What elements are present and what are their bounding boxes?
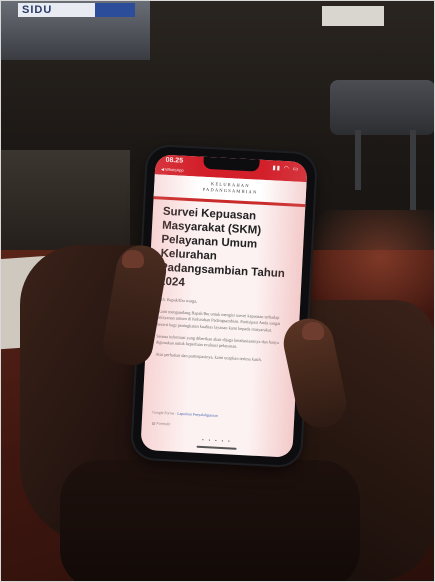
- signal-battery-icon: ▮▮ ◠ ▭: [272, 165, 300, 173]
- chair-leg: [355, 130, 361, 190]
- form-meta: ▤ Formulir: [151, 421, 171, 427]
- report-abuse-link[interactable]: Laporkan Penyalahgunaan: [177, 412, 218, 418]
- page-indicator: • • • • •: [202, 437, 232, 444]
- form-paragraph: Yth. Bapak/Ibu warga,: [158, 296, 198, 304]
- phone-screen: 08.25 ◀ WhatsApp ▮▮ ◠ ▭ KELURAHAN PADANG…: [140, 154, 308, 458]
- back-to-whatsapp-link[interactable]: ◀ WhatsApp: [161, 167, 184, 173]
- form-footer: Google Forms · Laporkan Penyalahgunaan: [152, 410, 218, 418]
- footer-prefix: Google Forms: [152, 410, 175, 416]
- site-brand: KELURAHAN PADANGSAMBIAN: [154, 178, 306, 198]
- form-title: Survei Kepuasan Masyarakat (SKM) Pelayan…: [158, 205, 286, 289]
- status-time: 08.25: [165, 156, 184, 165]
- photo-scene: SIDU 08.25 ◀ WhatsApp ▮▮ ◠ ▭ KELURAHAN P…: [0, 0, 435, 582]
- office-chair: [330, 80, 435, 135]
- wrists: [60, 460, 360, 582]
- form-paragraph: Semua informasi yang diberikan akan dija…: [155, 333, 280, 349]
- right-thumbnail: [302, 322, 324, 340]
- wall-label: [322, 6, 384, 26]
- home-indicator[interactable]: [196, 445, 237, 450]
- left-thumbnail: [122, 250, 144, 268]
- form-paragraph: Atas perhatian dan partisipasinya, kami …: [155, 351, 262, 363]
- shelf-panel: [95, 3, 135, 17]
- form-content: Survei Kepuasan Masyarakat (SKM) Pelayan…: [155, 205, 295, 371]
- chair-leg: [410, 130, 416, 210]
- shelf-sign: SIDU: [18, 3, 102, 17]
- form-paragraph: Kami mengundang Bapak/Ibu untuk mengisi …: [156, 308, 281, 333]
- shelf: SIDU: [0, 0, 150, 60]
